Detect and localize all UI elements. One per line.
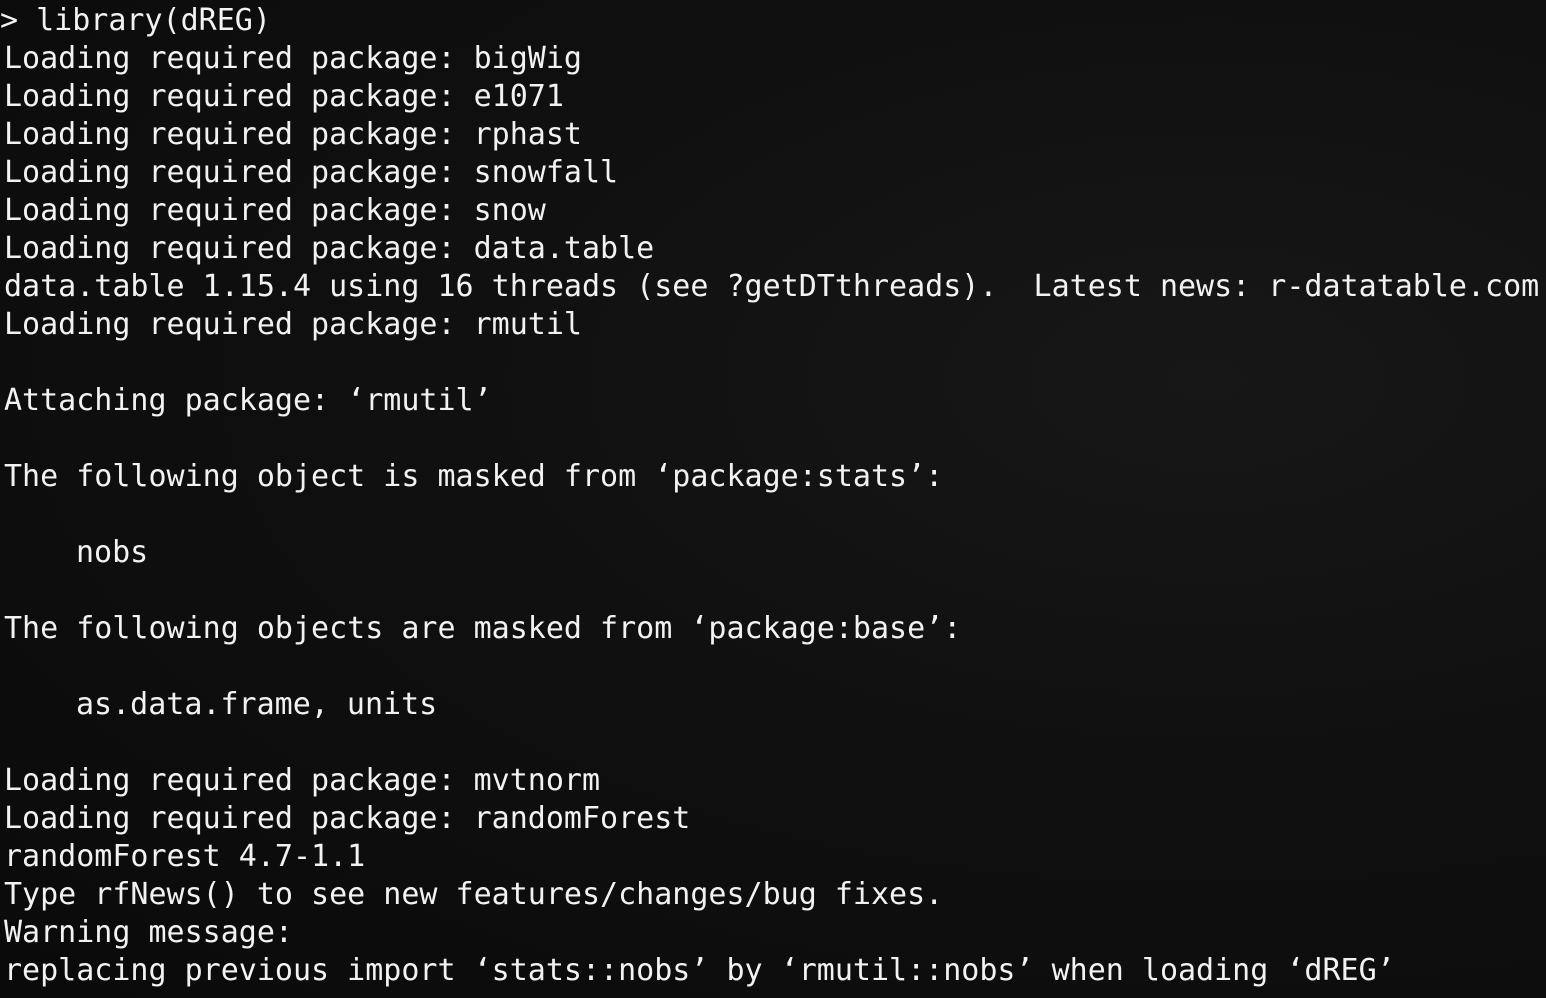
output-line: Loading required package: mvtnorm	[4, 763, 601, 798]
output-line: as.data.frame, units	[76, 687, 438, 722]
output-line: Warning message:	[4, 915, 293, 950]
command-text: library(dREG)	[36, 3, 271, 38]
output-line: Loading required package: bigWig	[4, 41, 582, 76]
output-line: The following objects are masked from ‘p…	[4, 611, 962, 646]
output-line: Loading required package: data.table	[4, 231, 655, 266]
output-line: nobs	[76, 535, 149, 570]
output-line: Loading required package: rmutil	[4, 307, 582, 342]
output-line: Loading required package: snowfall	[4, 155, 619, 190]
output-line: Attaching package: ‘rmutil’	[4, 383, 492, 418]
output-line: The following object is masked from ‘pac…	[4, 459, 944, 494]
output-line: Loading required package: rphast	[4, 117, 582, 152]
output-line: data.table 1.15.4 using 16 threads (see …	[4, 269, 1540, 304]
prompt-symbol: >	[0, 3, 19, 38]
output-line: randomForest 4.7-1.1	[4, 839, 366, 874]
terminal-window[interactable]: > library(dREG) Loading required package…	[0, 0, 1546, 998]
output-line: Type rfNews() to see new features/change…	[4, 877, 944, 912]
output-line: Loading required package: randomForest	[4, 801, 691, 836]
output-line: Loading required package: e1071	[4, 79, 564, 114]
output-line: Loading required package: snow	[4, 193, 546, 228]
output-line: replacing previous import ‘stats::nobs’ …	[4, 953, 1395, 988]
command-line: > library(dREG)	[0, 2, 1546, 40]
